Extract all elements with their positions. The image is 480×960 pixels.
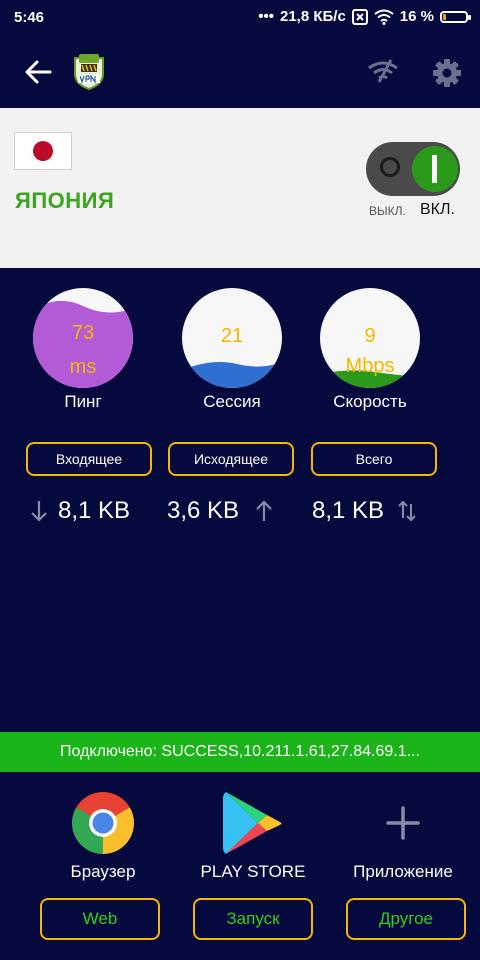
- status-bar: 5:46 ••• 21,8 КБ/с 16 %: [0, 0, 480, 36]
- vpn-toggle-switch[interactable]: [366, 142, 460, 196]
- wifi-icon: [374, 9, 394, 25]
- switch-off-label: ВЫКЛ.: [369, 204, 406, 218]
- ping-unit: ms: [69, 356, 97, 378]
- toolbar: [0, 36, 480, 108]
- switch-off-indicator: [380, 157, 400, 177]
- battery-icon: [440, 10, 471, 23]
- app-label-application: Приложение: [353, 862, 453, 881]
- incoming-value: 8,1 KB: [58, 497, 131, 524]
- switch-on-knob: [412, 146, 458, 192]
- outgoing-value: 3,6 KB: [167, 497, 240, 524]
- status-time: 5:46: [14, 9, 45, 26]
- session-label: Сессия: [203, 392, 261, 411]
- ping-value: 73: [71, 322, 95, 344]
- play-store-icon[interactable]: [218, 788, 288, 858]
- japan-flag-icon[interactable]: [14, 132, 72, 170]
- vpn-logo-icon: [74, 54, 104, 90]
- total-pill[interactable]: Всего: [311, 442, 437, 476]
- session-gauge: 21: [182, 288, 282, 388]
- launch-button[interactable]: Запуск: [193, 898, 313, 940]
- network-speed: 21,8 КБ/с: [279, 8, 346, 25]
- speed-label: Скорость: [333, 392, 407, 411]
- ping-gauge: 73 ms: [33, 288, 133, 388]
- ping-label: Пинг: [64, 392, 102, 411]
- total-value: 8,1 KB: [312, 497, 385, 524]
- country-name[interactable]: ЯПОНИЯ: [15, 188, 114, 214]
- web-button[interactable]: Web: [40, 898, 160, 940]
- outgoing-pill[interactable]: Исходящее: [168, 442, 294, 476]
- notification-dots: •••: [258, 8, 274, 25]
- battery-percent: 16 %: [399, 8, 434, 25]
- connection-status-banner: Подключено: SUCCESS,10.211.1.61,27.84.69…: [0, 732, 480, 772]
- speed-gauge: 9 Mbps: [320, 288, 420, 388]
- wifi-off-icon[interactable]: [366, 58, 400, 84]
- speed-value: 9: [364, 325, 376, 347]
- app-label-play-store: PLAY STORE: [200, 862, 306, 881]
- incoming-pill[interactable]: Входящее: [26, 442, 152, 476]
- chrome-icon[interactable]: [68, 788, 138, 858]
- settings-gear-icon[interactable]: [430, 56, 464, 90]
- server-panel: ЯПОНИЯ ВЫКЛ. ВКЛ.: [0, 108, 480, 268]
- arrows-up-down-icon: [398, 500, 416, 522]
- plus-icon[interactable]: [368, 788, 438, 858]
- session-value: 21: [220, 325, 244, 347]
- speed-unit: Mbps: [345, 355, 395, 377]
- arrow-up-icon: [256, 500, 272, 521]
- arrow-down-icon: [31, 501, 47, 522]
- other-button[interactable]: Другое: [346, 898, 466, 940]
- app-label-browser: Браузер: [70, 862, 136, 881]
- switch-on-label: ВКЛ.: [420, 201, 455, 218]
- back-arrow-icon[interactable]: [22, 56, 54, 88]
- status-right: ••• 21,8 КБ/с 16 %: [258, 8, 471, 25]
- no-sim-icon: [351, 8, 368, 25]
